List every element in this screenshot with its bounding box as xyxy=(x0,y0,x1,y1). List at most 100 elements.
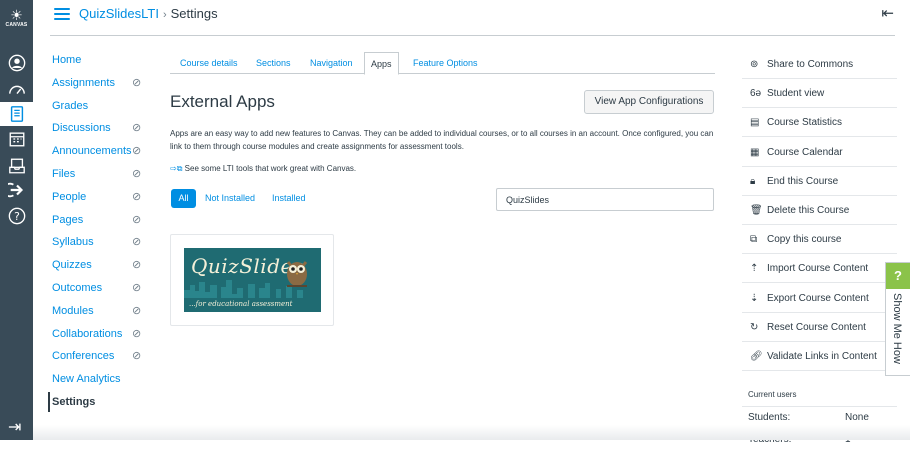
sidebar-action[interactable]: 🗑︎ Delete this Course xyxy=(742,196,897,225)
courses-icon[interactable] xyxy=(0,102,33,126)
dashboard-icon[interactable] xyxy=(6,79,27,100)
course-nav-label: Home xyxy=(52,54,82,66)
course-nav-label: Announcements xyxy=(52,145,132,158)
course-nav-item[interactable]: Grades xyxy=(48,96,158,116)
tab-sections[interactable]: Sections xyxy=(250,52,297,74)
hamburger-menu-icon[interactable] xyxy=(54,8,70,21)
sidebar-action-label: Share to Commons xyxy=(767,59,854,70)
calendar-icon[interactable] xyxy=(6,128,27,149)
course-nav-item[interactable]: Quizzes ⊘ xyxy=(48,255,158,275)
sidebar-action-label: Student view xyxy=(767,88,825,100)
course-nav-item[interactable]: Announcements ⊘ xyxy=(48,141,158,161)
apps-description: Apps are an easy way to add new features… xyxy=(170,129,714,151)
filter-installed-button[interactable]: Installed xyxy=(272,189,306,208)
course-nav-item[interactable]: Assignments ⊘ xyxy=(48,73,158,93)
page-title: External Apps xyxy=(170,92,275,111)
sidebar-action[interactable]: ⊚ Share to Commons xyxy=(742,50,897,79)
canvas-logo[interactable]: ☀ CANVAS xyxy=(3,8,30,38)
app-card-quizslides[interactable]: QuizSlides ...for educational assessment xyxy=(170,234,334,326)
sidebar-action[interactable]: ▦ Course Calendar xyxy=(742,138,897,167)
course-nav-item[interactable]: Modules ⊘ xyxy=(48,301,158,321)
sidebar-action[interactable]: ▤ Course Statistics xyxy=(742,108,897,138)
course-nav-item[interactable]: Conferences ⊘ xyxy=(48,346,158,366)
hidden-eye-icon: ⊘ xyxy=(132,145,142,158)
filter-not-installed-button[interactable]: Not Installed xyxy=(205,189,255,208)
filter-all-button[interactable]: All xyxy=(171,189,196,208)
link-icon: 🔗︎ xyxy=(750,351,763,362)
show-me-how-label: Show Me How xyxy=(891,293,903,364)
course-nav-label: Assignments xyxy=(52,76,115,89)
sidebar-action[interactable]: ⇣ Export Course Content xyxy=(742,284,897,313)
course-nav-label: Settings xyxy=(52,396,96,408)
app-search-input[interactable] xyxy=(496,188,714,211)
global-nav: ☀ CANVAS ? ⇥ xyxy=(0,0,33,440)
current-users-heading: Current users xyxy=(748,390,797,399)
sidebar-action[interactable]: 🔒︎ End this Course xyxy=(742,167,897,196)
course-nav-item[interactable]: Files ⊘ xyxy=(48,164,158,184)
show-me-how-tab[interactable]: ? Show Me How xyxy=(885,262,910,376)
breadcrumb-course-link[interactable]: QuizSlidesLTI xyxy=(79,6,159,21)
sidebar-action[interactable]: 🔗︎ Validate Links in Content xyxy=(742,342,897,371)
app-tagline: ...for educational assessment xyxy=(189,300,293,308)
course-nav-item[interactable]: Syllabus ⊘ xyxy=(48,232,158,252)
hidden-eye-icon: ⊘ xyxy=(132,122,142,135)
course-nav-item[interactable]: People ⊘ xyxy=(48,187,158,207)
inbox-icon[interactable] xyxy=(6,155,27,176)
course-nav-item[interactable]: New Analytics xyxy=(48,369,158,389)
course-nav-item[interactable]: Outcomes ⊘ xyxy=(48,278,158,298)
hidden-eye-icon: ⊘ xyxy=(132,168,142,180)
settings-tabs: Course details Sections Navigation Apps … xyxy=(170,52,715,75)
tab-navigation[interactable]: Navigation xyxy=(304,52,359,74)
copy-icon: ⧉ xyxy=(750,234,758,246)
calendar-icon: ▦ xyxy=(750,146,760,158)
hidden-eye-icon: ⊘ xyxy=(132,236,142,249)
statistics-icon: ▤ xyxy=(750,117,760,129)
expand-nav-icon[interactable]: ⇥ xyxy=(8,417,21,437)
course-nav-item[interactable]: Settings xyxy=(48,392,158,412)
current-users-row: Students: None xyxy=(742,406,897,427)
lti-tools-link[interactable]: ⇨⧉ See some LTI tools that work great wi… xyxy=(170,164,356,174)
collapse-sidebar-icon[interactable]: ⇤ xyxy=(881,4,894,22)
course-nav-label: Outcomes xyxy=(52,282,103,294)
hidden-eye-icon: ⊘ xyxy=(132,213,142,226)
sidebar-action-label: Course Calendar xyxy=(767,146,843,158)
hidden-eye-icon: ⊘ xyxy=(132,350,142,363)
course-nav-item[interactable]: Discussions ⊘ xyxy=(48,118,158,138)
hidden-eye-icon: ⊘ xyxy=(132,304,142,317)
export-icon: ⇣ xyxy=(750,292,759,304)
student-view-icon: 6ə xyxy=(750,88,762,100)
canvas-logo-icon: ☀ xyxy=(10,7,23,23)
course-nav-label: Files xyxy=(52,168,76,180)
sidebar-action-label: Validate Links in Content xyxy=(767,351,877,362)
sidebar-action-label: Course Statistics xyxy=(767,117,843,129)
breadcrumb: QuizSlidesLTI › Settings xyxy=(79,6,218,21)
commons-icon[interactable] xyxy=(6,179,27,200)
canvas-logo-text: CANVAS xyxy=(5,22,28,28)
breadcrumb-current: Settings xyxy=(170,6,218,21)
sidebar-action[interactable]: 6ə Student view xyxy=(742,79,897,109)
svg-text:?: ? xyxy=(14,210,20,223)
sidebar-action[interactable]: ↻ Reset Course Content xyxy=(742,313,897,342)
course-nav-label: Discussions xyxy=(52,122,111,135)
tab-course-details[interactable]: Course details xyxy=(174,52,244,74)
tab-feature-options[interactable]: Feature Options xyxy=(407,52,484,74)
course-nav-item[interactable]: Collaborations ⊘ xyxy=(48,324,158,344)
course-nav-item[interactable]: Home xyxy=(48,50,158,70)
sidebar-action[interactable]: ⧉ Copy this course xyxy=(742,225,897,255)
sidebar-action[interactable]: ⇡ Import Course Content xyxy=(742,254,897,284)
help-badge-icon: ? xyxy=(886,263,910,289)
account-icon[interactable] xyxy=(6,52,27,73)
tab-apps[interactable]: Apps xyxy=(364,52,399,75)
course-nav-item[interactable]: Pages ⊘ xyxy=(48,210,158,230)
breadcrumb-separator: › xyxy=(162,9,167,21)
course-nav-label: Conferences xyxy=(52,350,115,363)
hidden-eye-icon: ⊘ xyxy=(132,259,142,272)
bottom-fade xyxy=(33,425,910,440)
course-nav-label: Modules xyxy=(52,304,94,317)
import-icon: ⇡ xyxy=(750,263,759,275)
page-header: QuizSlidesLTI › Settings ⇤ xyxy=(33,0,910,36)
help-icon[interactable]: ? xyxy=(6,205,27,226)
course-nav-label: Syllabus xyxy=(52,236,94,249)
sidebar-action-label: Copy this course xyxy=(767,234,842,246)
view-app-configurations-button[interactable]: View App Configurations xyxy=(584,90,714,114)
